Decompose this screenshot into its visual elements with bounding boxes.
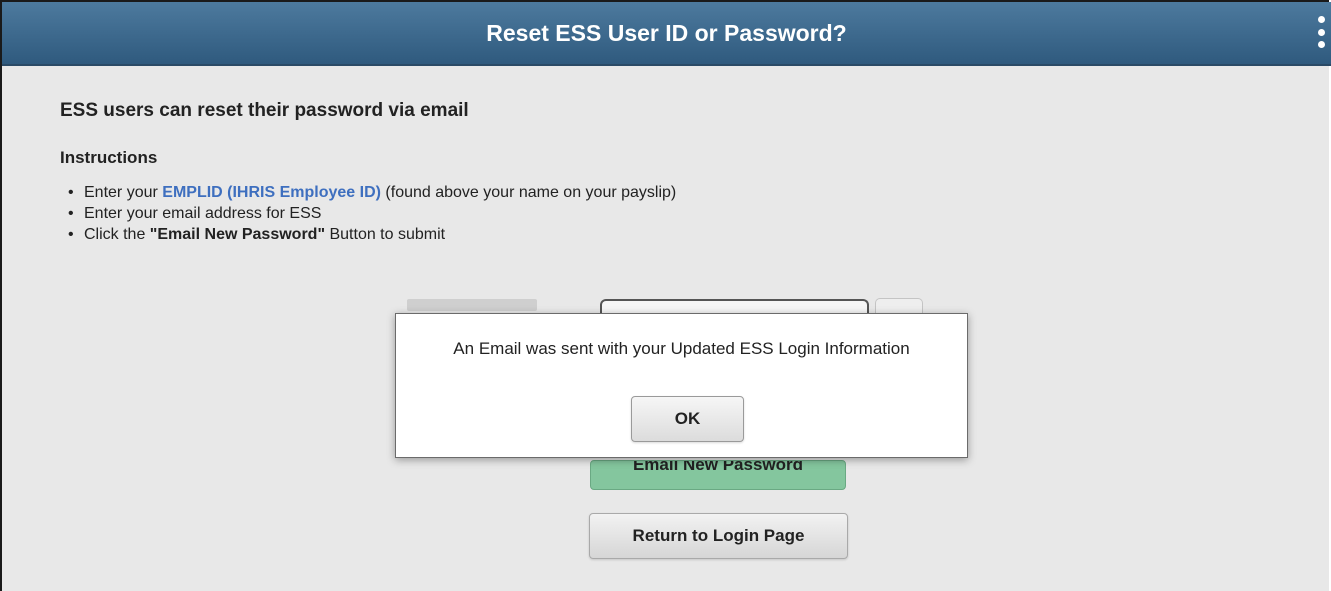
confirmation-dialog: An Email was sent with your Updated ESS …: [395, 313, 968, 458]
vertical-ellipsis-icon[interactable]: [1317, 16, 1325, 48]
dialog-message: An Email was sent with your Updated ESS …: [453, 339, 910, 358]
list-item: Enter your EMPLID (IHRIS Employee ID) (f…: [68, 182, 676, 203]
field-label-obscured: [407, 299, 537, 311]
emplid-link-text: EMPLID (IHRIS Employee ID): [162, 184, 381, 201]
ok-button[interactable]: OK: [631, 396, 744, 442]
list-item: Click the "Email New Password" Button to…: [68, 224, 676, 245]
instructions-title: Instructions: [60, 148, 158, 167]
section-heading: ESS users can reset their password via e…: [60, 100, 469, 121]
email-new-password-button[interactable]: Email New Password: [590, 460, 846, 490]
page-title: Reset ESS User ID or Password?: [486, 20, 847, 46]
main-content: ESS users can reset their password via e…: [60, 100, 676, 245]
page-frame: Reset ESS User ID or Password? ESS users…: [0, 0, 1331, 591]
page-header: Reset ESS User ID or Password?: [2, 2, 1331, 66]
return-to-login-button[interactable]: Return to Login Page: [589, 513, 848, 559]
list-item: Enter your email address for ESS: [68, 203, 676, 224]
instructions-list: Enter your EMPLID (IHRIS Employee ID) (f…: [60, 182, 676, 245]
